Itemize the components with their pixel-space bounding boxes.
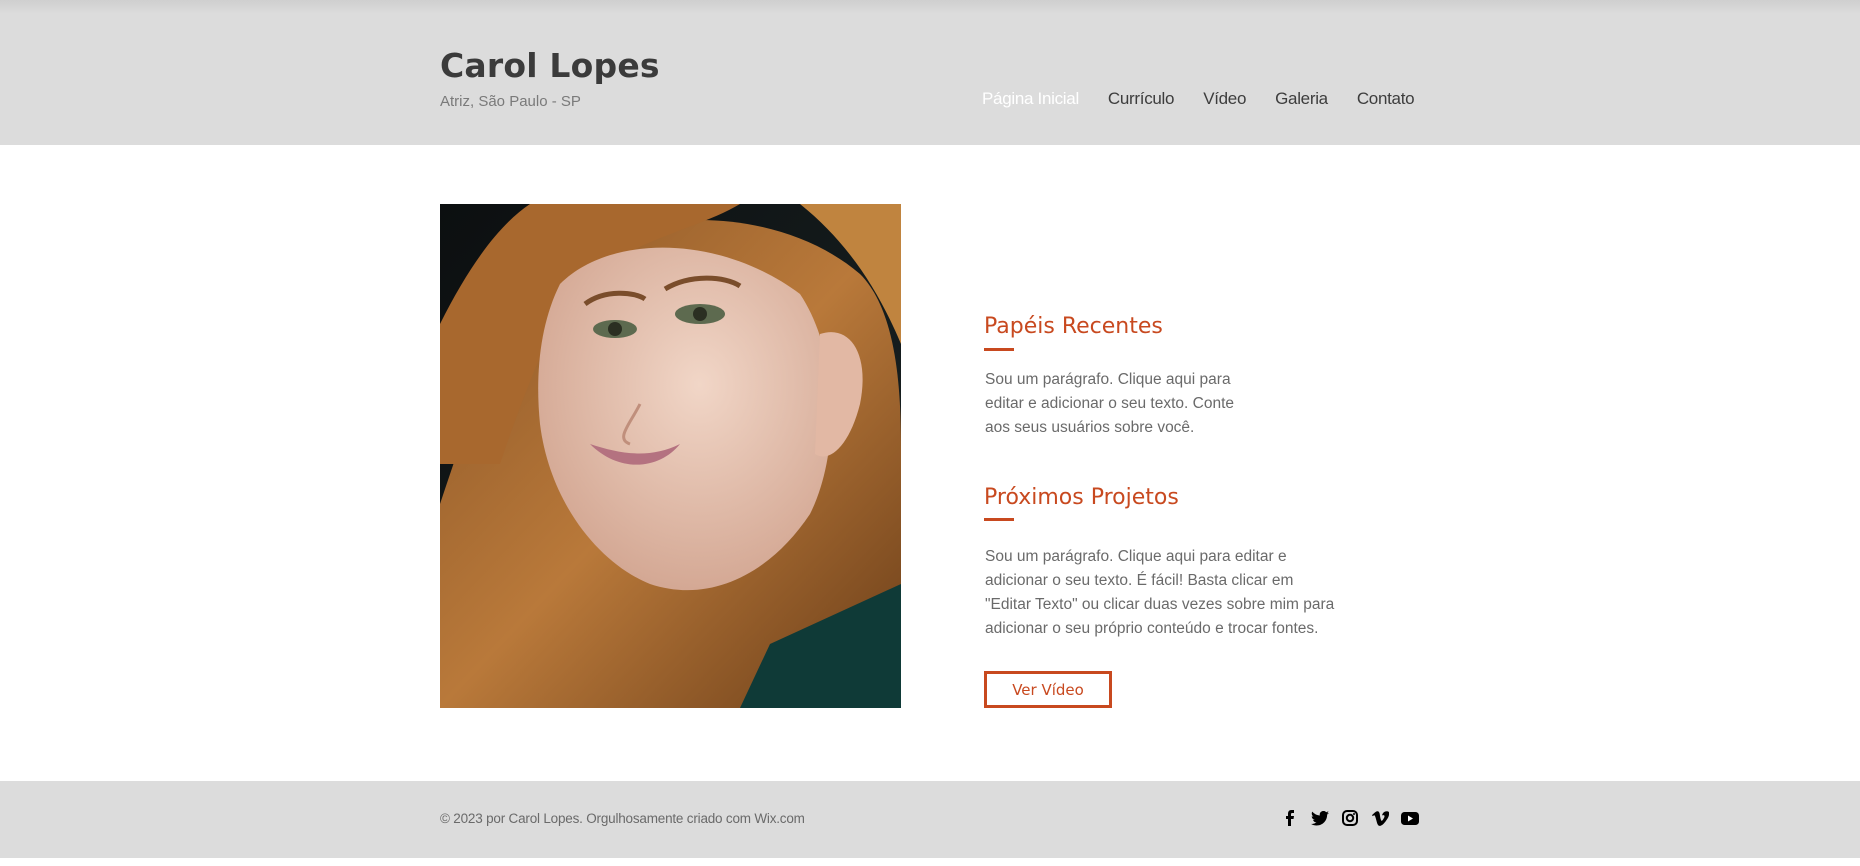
facebook-icon[interactable] — [1280, 808, 1300, 828]
recent-text-line: aos seus usuários sobre você. — [985, 419, 1195, 436]
copyright-text: © 2023 por Carol Lopes. Orgulhosamente c… — [440, 811, 805, 826]
recent-roles-divider — [984, 348, 1014, 351]
nav-item-home[interactable]: Página Inicial — [982, 89, 1079, 109]
nav-item-video[interactable]: Vídeo — [1203, 89, 1246, 109]
site-footer: © 2023 por Carol Lopes. Orgulhosamente c… — [0, 781, 1860, 858]
upcoming-projects-title: Próximos Projetos — [984, 485, 1179, 510]
nav-item-galeria[interactable]: Galeria — [1275, 89, 1328, 109]
upcoming-text-line: adicionar o seu texto. É fácil! Basta cl… — [985, 572, 1294, 589]
youtube-icon[interactable] — [1400, 808, 1420, 828]
nav-item-contato[interactable]: Contato — [1357, 89, 1415, 109]
main-nav: Página Inicial Currículo Vídeo Galeria C… — [982, 89, 1443, 109]
recent-roles-text: Sou um parágrafo. Clique aqui para edita… — [985, 368, 1234, 440]
upcoming-text-line: "Editar Texto" ou clicar duas vezes sobr… — [985, 596, 1335, 613]
watch-video-button[interactable]: Ver Vídeo — [984, 671, 1112, 708]
vimeo-icon[interactable] — [1370, 808, 1390, 828]
instagram-icon[interactable] — [1340, 808, 1360, 828]
site-header: Carol Lopes Atriz, São Paulo - SP Página… — [0, 0, 1860, 145]
nav-item-curriculo[interactable]: Currículo — [1108, 89, 1175, 109]
social-bar — [1280, 808, 1420, 828]
upcoming-projects-text: Sou um parágrafo. Clique aqui para edita… — [985, 545, 1334, 641]
upcoming-text-line: adicionar o seu próprio conteúdo e troca… — [985, 620, 1319, 637]
recent-roles-title: Papéis Recentes — [984, 314, 1163, 339]
upcoming-text-line: Sou um parágrafo. Clique aqui para edita… — [985, 548, 1287, 565]
site-title[interactable]: Carol Lopes — [440, 46, 660, 85]
portrait-image — [440, 204, 901, 708]
upcoming-projects-divider — [984, 518, 1014, 521]
twitter-icon[interactable] — [1310, 808, 1330, 828]
site-subtitle: Atriz, São Paulo - SP — [440, 93, 581, 110]
recent-text-line: Sou um parágrafo. Clique aqui para — [985, 371, 1231, 388]
recent-text-line: editar e adicionar o seu texto. Conte — [985, 395, 1235, 412]
